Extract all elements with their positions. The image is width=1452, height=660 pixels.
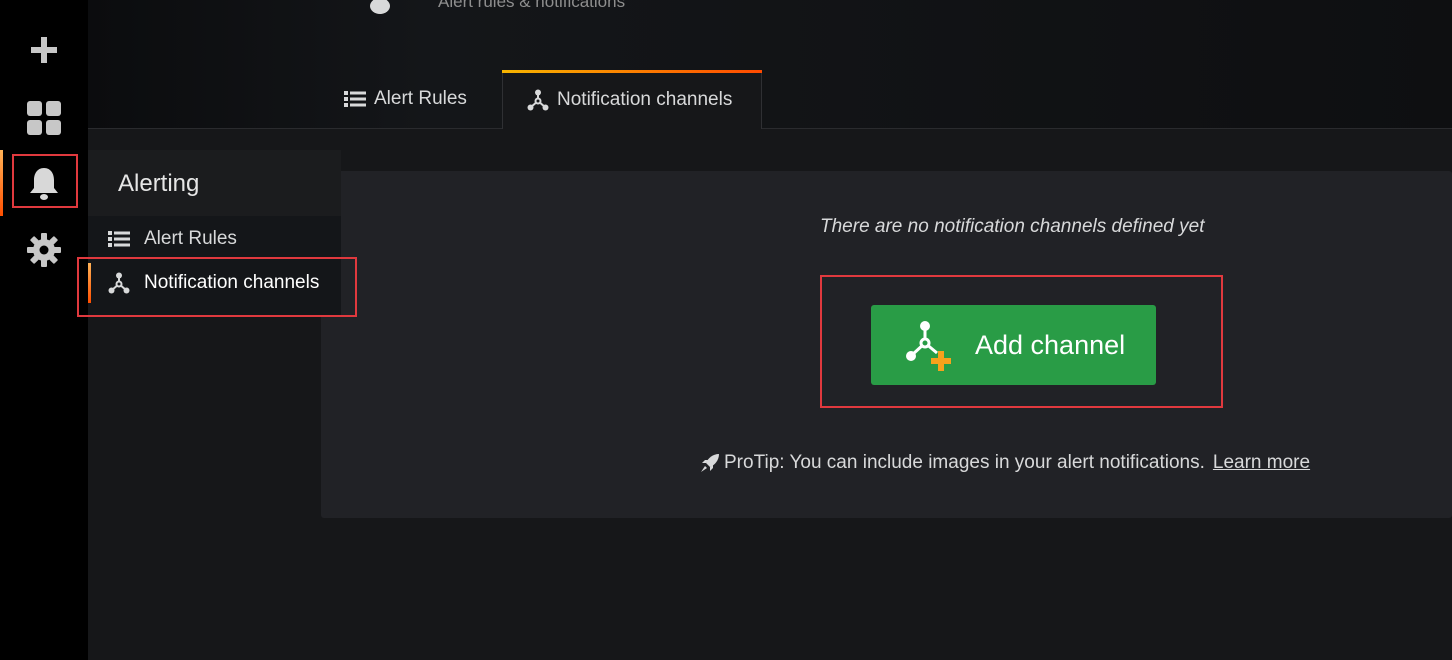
menu-item-notification-channels[interactable]: Notification channels [88, 261, 341, 305]
alerting-menu: Alerting Alert Rules Notification channe… [88, 150, 341, 317]
alerting-header-icon [352, 0, 408, 14]
alerting-menu-header: Alerting [88, 150, 341, 216]
alerting-menu-title[interactable]: Alerting [118, 170, 199, 198]
channels-icon [527, 89, 549, 111]
page-header [88, 0, 1452, 129]
sidebar [0, 0, 88, 660]
dashboards-icon[interactable] [24, 98, 64, 138]
page-subtitle: Alert rules & notifications [438, 0, 626, 11]
protip-text: ProTip: You can include images in your a… [724, 452, 1205, 473]
menu-item-alert-rules[interactable]: Alert Rules [88, 217, 341, 261]
bell-icon[interactable] [24, 164, 64, 204]
tab-alert-rules[interactable]: Alert Rules [344, 70, 467, 128]
plus-icon[interactable] [24, 30, 64, 70]
tab-alert-rules-label: Alert Rules [374, 88, 467, 109]
tab-notification-channels[interactable]: Notification channels [502, 70, 762, 129]
channels-icon [108, 272, 130, 294]
list-icon [108, 231, 130, 247]
list-icon [344, 91, 366, 107]
add-channel-button[interactable]: Add channel [871, 305, 1156, 385]
rocket-icon [701, 454, 719, 472]
tab-notification-channels-label: Notification channels [557, 89, 733, 110]
menu-item-alert-rules-label: Alert Rules [144, 228, 237, 249]
learn-more-link[interactable]: Learn more [1213, 452, 1310, 474]
empty-state-message: There are no notification channels defin… [820, 216, 1205, 237]
add-channel-label: Add channel [975, 329, 1126, 360]
menu-item-notification-channels-label: Notification channels [144, 272, 320, 293]
add-channel-icon [903, 319, 955, 371]
sidebar-active-indicator [0, 150, 3, 216]
gear-icon[interactable] [24, 230, 64, 270]
protip: ProTip: You can include images in your a… [700, 452, 1310, 474]
